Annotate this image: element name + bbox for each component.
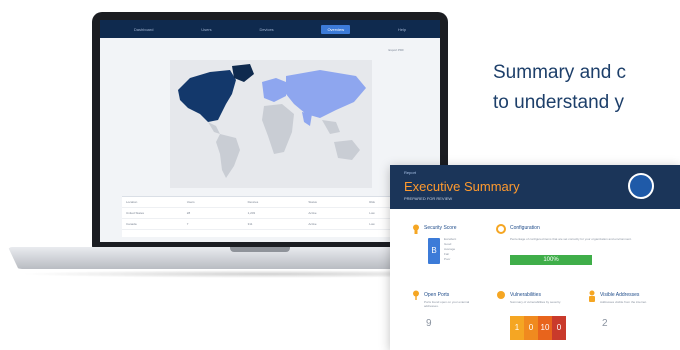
map-region-central-america xyxy=(208,122,220,134)
table-header[interactable]: Users xyxy=(183,200,244,204)
table-cell: 7 xyxy=(186,222,189,226)
app-navbar: Dashboard Users Devices Overview Help xyxy=(100,20,440,38)
brand-logo-icon xyxy=(628,173,654,199)
visible-addresses-title: Visible Addresses xyxy=(600,292,640,298)
world-map xyxy=(170,60,372,188)
tagline-line-1: Summary and c xyxy=(493,62,627,83)
vuln-severity-low: 1 xyxy=(510,316,524,340)
dashboard-screen: Dashboard Users Devices Overview Help Ex… xyxy=(100,20,440,242)
table-cell: Active xyxy=(308,211,317,215)
locations-table: Location Users Devices Status Risk Unite… xyxy=(122,196,426,237)
configuration-title: Configuration xyxy=(510,225,540,231)
legend-item: Poor xyxy=(444,257,451,261)
open-ports-title: Open Ports xyxy=(424,292,450,298)
table-header[interactable]: Status xyxy=(304,200,365,204)
security-score-legend: Excellent Good Average Fair Poor xyxy=(444,237,456,262)
marketing-tagline: Summary and c to understand y xyxy=(493,58,680,118)
configuration-description: Percentage of configured items that are … xyxy=(510,237,632,241)
security-score-title: Security Score xyxy=(424,225,457,231)
pin-icon xyxy=(413,290,419,300)
map-region-africa xyxy=(262,104,294,154)
nav-item-overview[interactable]: Overview xyxy=(321,24,351,34)
tagline-line-2: to understand y xyxy=(493,92,624,113)
laptop-notch xyxy=(230,247,290,252)
person-icon xyxy=(589,290,595,302)
security-score-grade-block: B xyxy=(428,238,440,264)
world-map-svg xyxy=(178,64,366,178)
gear-icon xyxy=(496,224,506,234)
table-cell: 311 xyxy=(247,222,253,226)
visible-addresses-description: Addresses visible from the internet. xyxy=(600,300,647,304)
table-cell: Active xyxy=(308,222,317,226)
vuln-severity-critical: 0 xyxy=(552,316,566,340)
export-link[interactable]: Export PDF xyxy=(388,48,404,52)
open-ports-count: 9 xyxy=(426,318,432,329)
map-region-south-america xyxy=(216,134,240,178)
vulnerabilities-title: Vulnerabilities xyxy=(510,292,541,298)
security-score-grade: B xyxy=(431,246,437,255)
table-header[interactable]: Devices xyxy=(244,200,305,204)
vulnerabilities-description: Summary of vulnerabilities by severity. xyxy=(510,300,561,304)
open-ports-description: Ports found open on your external addres… xyxy=(424,300,470,308)
hazard-icon xyxy=(497,291,505,299)
map-region-australia xyxy=(334,140,360,160)
report-header: Report Executive Summary PREPARED FOR RE… xyxy=(390,165,680,209)
nav-item-dashboard[interactable]: Dashboard xyxy=(134,27,154,32)
report-title: Executive Summary xyxy=(404,179,520,194)
map-region-north-america xyxy=(178,70,236,122)
map-region-india xyxy=(302,112,312,126)
table-header[interactable]: Location xyxy=(122,200,183,204)
configuration-progress-bar: 100% xyxy=(510,255,592,265)
vuln-severity-high: 10 xyxy=(538,316,552,340)
table-row[interactable]: United States 28 1,203 Active Low xyxy=(122,208,426,219)
nav-item-help[interactable]: Help xyxy=(398,27,406,32)
table-cell: Canada xyxy=(126,222,137,226)
table-row[interactable]: Canada 7 311 Active Low xyxy=(122,219,426,230)
report-top-tab: Report xyxy=(404,170,417,175)
table-cell: United States xyxy=(126,211,145,215)
map-region-se-asia xyxy=(322,120,340,134)
nav-item-users[interactable]: Users xyxy=(201,27,211,32)
ribbon-icon xyxy=(413,224,419,234)
report-subtitle: PREPARED FOR REVIEW xyxy=(404,196,453,201)
table-header-row: Location Users Devices Status Risk xyxy=(122,197,426,208)
table-cell: 1,203 xyxy=(247,211,256,215)
map-region-europe xyxy=(262,78,286,102)
map-region-asia xyxy=(286,70,366,118)
table-cell: 28 xyxy=(186,211,191,215)
vuln-severity-medium: 0 xyxy=(524,316,538,340)
visible-addresses-count: 2 xyxy=(602,318,608,329)
nav-item-devices[interactable]: Devices xyxy=(259,27,273,32)
